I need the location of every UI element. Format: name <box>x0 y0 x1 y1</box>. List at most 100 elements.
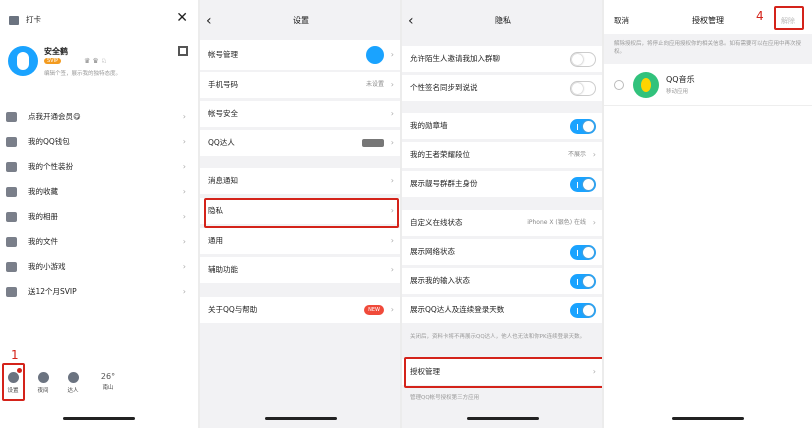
row-sign-sync[interactable]: 个性签名同步到说说 <box>402 75 604 101</box>
qrcode-icon[interactable] <box>178 46 188 56</box>
row-stranger-invite[interactable]: 允许陌生人邀请我加入群聊 <box>402 46 604 72</box>
row-label: 我的勋章墙 <box>410 121 448 130</box>
notification-dot <box>17 368 22 373</box>
row-accessibility[interactable]: 辅助功能 › <box>200 257 402 283</box>
expert-label: 达人 <box>67 388 79 394</box>
row-qq-expert[interactable]: QQ达人 › <box>200 130 402 156</box>
temperature-text: 26° <box>100 372 116 381</box>
menu-item-wallet[interactable]: 我的QQ钱包 › <box>6 131 192 153</box>
menu-label: 我的个性装扮 <box>28 162 73 171</box>
chevron-right-icon: › <box>182 162 186 171</box>
chevron-right-icon: › <box>390 176 394 185</box>
step-number-4: 4 <box>756 9 764 23</box>
list-divider <box>604 105 812 106</box>
app-type: 移动应用 <box>666 89 689 95</box>
toggle-switch[interactable] <box>570 52 596 67</box>
row-expert-days[interactable]: 展示QQ达人及连续登录天数 <box>402 297 604 323</box>
expert-button[interactable]: 达人 <box>63 372 83 394</box>
row-label: 个性签名同步到说说 <box>410 83 478 92</box>
broadcast-icon <box>6 287 17 297</box>
menu-item-decor[interactable]: 我的个性装扮 › <box>6 156 192 178</box>
signature-text[interactable]: 编辑个签，展示我的独特态度。 <box>44 69 121 77</box>
qq-music-logo <box>633 72 659 98</box>
toggle-switch[interactable] <box>570 303 596 318</box>
chevron-right-icon: › <box>390 109 394 118</box>
menu-item-games[interactable]: 我的小游戏 › <box>6 256 192 278</box>
menu-label: 我的收藏 <box>28 187 58 196</box>
menu-item-album[interactable]: 我的相册 › <box>6 206 192 228</box>
select-radio[interactable] <box>614 80 624 90</box>
chevron-right-icon: › <box>182 112 186 121</box>
menu-label: 我的相册 <box>28 212 58 221</box>
gear-icon <box>7 372 19 383</box>
row-medal-wall[interactable]: 我的勋章墙 <box>402 113 604 139</box>
row-group-owner[interactable]: 展示靓号群群主身份 <box>402 171 604 197</box>
row-custom-status[interactable]: 自定义在线状态 iPhone X (银色) 在线 › <box>402 210 604 236</box>
weather-button[interactable]: 26° 南山 <box>96 372 120 391</box>
toggle-switch[interactable] <box>570 119 596 134</box>
penguin-icon <box>17 52 29 70</box>
menu-label: 送12个月SVIP <box>28 287 77 296</box>
checkin-label[interactable]: 打卡 <box>26 14 41 25</box>
toggle-switch[interactable] <box>570 245 596 260</box>
row-general[interactable]: 通用 › <box>200 228 402 254</box>
home-indicator <box>467 417 539 420</box>
row-label: 消息通知 <box>208 176 238 185</box>
expert-badge-icon <box>362 139 384 147</box>
row-label: 我的王者荣耀段位 <box>410 150 470 159</box>
row-value: 不展示 <box>567 151 586 158</box>
menu-item-files[interactable]: 我的文件 › <box>6 231 192 253</box>
menu-label: 我的文件 <box>28 237 58 246</box>
row-account-management[interactable]: 帐号管理 › <box>200 40 402 70</box>
back-icon[interactable]: ‹ <box>206 10 212 32</box>
city-label: 南山 <box>102 385 114 391</box>
highlight-privacy <box>204 198 399 228</box>
row-network-status[interactable]: 展示网络状态 <box>402 239 604 265</box>
menu-item-favorites[interactable]: 我的收藏 › <box>6 181 192 203</box>
chevron-right-icon: › <box>390 50 394 59</box>
expert-note: 关闭后，资料卡将不再展示QQ达人，他人也无法和你PK连续登录天数。 <box>410 334 586 340</box>
avatar[interactable] <box>8 46 38 76</box>
page-title: 授权管理 <box>692 16 724 25</box>
row-value: iPhone X (银色) 在线 <box>527 219 586 226</box>
close-icon[interactable]: ✕ <box>176 10 188 26</box>
row-notifications[interactable]: 消息通知 › <box>200 168 402 194</box>
row-label: 通用 <box>208 236 223 245</box>
chevron-right-icon: › <box>182 212 186 221</box>
user-name[interactable]: 安全鹤 <box>44 46 68 57</box>
settings-button[interactable]: 设置 <box>3 372 23 394</box>
toggle-switch[interactable] <box>570 177 596 192</box>
page-title: 隐私 <box>495 16 511 25</box>
menu-item-vip[interactable]: 点我开通会员😋 › <box>6 106 192 128</box>
bookmark-icon <box>6 187 17 197</box>
row-honor-rank[interactable]: 我的王者荣耀段位 不展示 › <box>402 142 604 168</box>
settings-header: ‹ 设置 <box>200 10 402 32</box>
step-number-1: 1 <box>11 348 19 362</box>
row-account-security[interactable]: 帐号安全 › <box>200 101 402 127</box>
row-label: 帐号管理 <box>208 50 238 59</box>
row-value: 未设置 <box>365 81 384 88</box>
row-typing-status[interactable]: 展示我的输入状态 <box>402 268 604 294</box>
toggle-switch[interactable] <box>570 274 596 289</box>
calendar-icon[interactable] <box>9 16 19 25</box>
night-mode-button[interactable]: 夜间 <box>33 372 53 394</box>
music-note-icon <box>641 78 651 92</box>
toggle-switch[interactable] <box>570 81 596 96</box>
remove-button[interactable]: 解除 <box>781 16 795 26</box>
back-icon[interactable]: ‹ <box>408 10 414 32</box>
cancel-button[interactable]: 取消 <box>614 10 629 32</box>
chevron-right-icon: › <box>182 137 186 146</box>
row-phone-number[interactable]: 手机号码 未设置 › <box>200 72 402 98</box>
row-about-help[interactable]: 关于QQ与帮助 NEW › <box>200 297 402 323</box>
night-label: 夜间 <box>37 388 49 394</box>
chevron-right-icon: › <box>390 80 394 89</box>
app-name: QQ音乐 <box>666 75 695 84</box>
menu-item-gift-svip[interactable]: 送12个月SVIP › <box>6 281 192 303</box>
crown-icon <box>6 112 17 122</box>
row-label: 展示靓号群群主身份 <box>410 179 478 188</box>
new-badge: NEW <box>364 305 384 315</box>
photo-icon <box>6 212 17 222</box>
row-label: 展示网络状态 <box>410 247 455 256</box>
row-label: 允许陌生人邀请我加入群聊 <box>410 54 500 63</box>
moon-icon <box>37 372 49 383</box>
